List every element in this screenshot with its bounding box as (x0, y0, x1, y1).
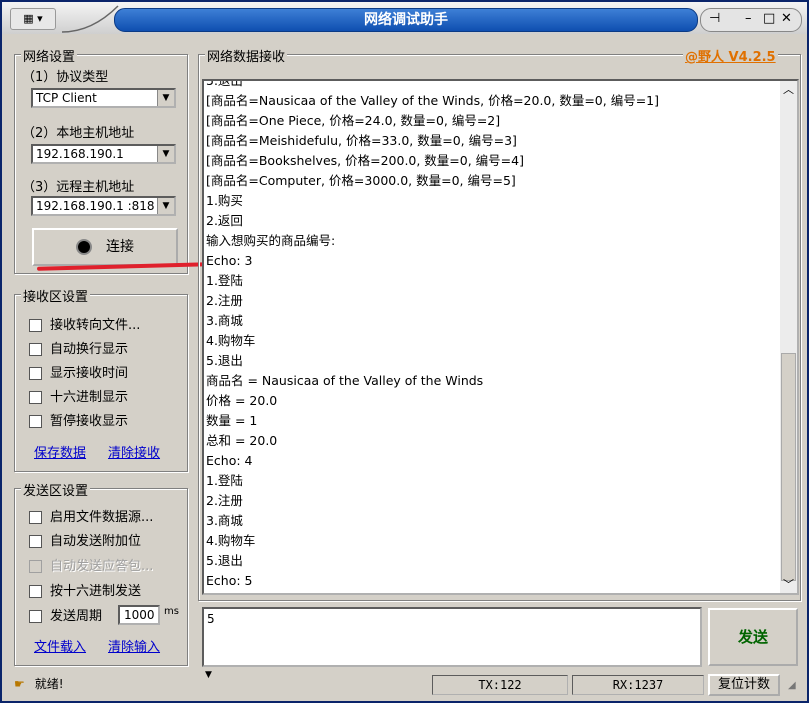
recv-option-show-time[interactable]: 显示接收时间 (29, 362, 128, 382)
connect-button[interactable]: 连接 (32, 228, 178, 266)
local-host-select[interactable]: 192.168.190.1 ▼ (31, 144, 176, 164)
checkbox[interactable] (29, 319, 42, 332)
receive-line: 1.登陆 (206, 273, 243, 288)
receive-line: [商品名=Nausicaa of the Valley of the Winds… (206, 93, 660, 108)
receive-line: Echo: 3 (206, 253, 253, 268)
local-host-label: （2）本地主机地址 (22, 126, 135, 141)
remote-host-value: 192.168.190.1 :818 (36, 199, 155, 213)
scroll-thumb[interactable] (781, 353, 796, 581)
receive-line: [商品名=Bookshelves, 价格=200.0, 数量=0, 编号=4] (206, 153, 524, 168)
receive-area-title: 网络数据接收 (205, 46, 288, 65)
receive-line: 输入想购买的商品编号: (206, 233, 336, 248)
connect-label: 连接 (106, 239, 134, 255)
checkbox[interactable] (29, 610, 42, 623)
reset-count-button[interactable]: 复位计数 (708, 674, 780, 696)
version-badge[interactable]: @野人 V4.2.5 (683, 46, 778, 65)
receive-line: 4.购物车 (206, 333, 256, 348)
receive-line: 商品名 = Nausicaa of the Valley of the Wind… (206, 373, 484, 388)
receive-line: 总和 = 20.0 (206, 433, 278, 448)
receive-line: Echo: 4 (206, 453, 253, 468)
title-decoration-icon (62, 5, 119, 33)
send-period-label: 发送周期 (50, 609, 103, 624)
receive-line: [商品名=Meishidefulu, 价格=33.0, 数量=0, 编号=3] (206, 133, 517, 148)
send-option-auto-reply: 自动发送应答包... (29, 555, 153, 575)
resize-grip-icon[interactable]: ◢ (788, 680, 796, 691)
receive-line: Echo: 5 (206, 573, 253, 588)
receive-line: 3.商城 (206, 313, 243, 328)
clear-input-link[interactable]: 清除输入 (108, 636, 160, 655)
remote-host-select[interactable]: 192.168.190.1 :818 ▼ (31, 196, 176, 216)
checkbox[interactable] (29, 535, 42, 548)
chevron-down-icon[interactable]: ▼ (157, 146, 174, 162)
pointing-hand-icon: ☛ (14, 677, 25, 691)
app-menu-icon[interactable]: ▦ ▾ (10, 8, 56, 30)
receive-line: 2.注册 (206, 493, 243, 508)
send-period-unit: ms (164, 606, 179, 617)
scroll-down-icon[interactable]: ﹀ (780, 576, 797, 593)
recv-option-to-file[interactable]: 接收转向文件... (29, 314, 140, 334)
record-dot-icon (76, 239, 92, 255)
receive-line: 2.注册 (206, 293, 243, 308)
receive-line: 5.退出 (206, 79, 243, 88)
clear-receive-link[interactable]: 清除接收 (108, 442, 160, 461)
recv-option-pause[interactable]: 暂停接收显示 (29, 410, 128, 430)
protocol-select[interactable]: TCP Client ▼ (31, 88, 176, 108)
receive-line: 5.退出 (206, 553, 243, 568)
title-bar[interactable]: ▦ ▾ 网络调试助手 ⊣ – □ ✕ (2, 2, 807, 34)
remote-host-label: （3）远程主机地址 (22, 180, 135, 195)
close-icon[interactable]: ✕ (781, 11, 792, 26)
receive-line: [商品名=One Piece, 价格=24.0, 数量=0, 编号=2] (206, 113, 501, 128)
receive-line: 1.登陆 (206, 473, 243, 488)
status-ready: ☛ 就绪! (14, 677, 64, 691)
receive-line: 价格 = 20.0 (206, 393, 278, 408)
receive-line: 4.购物车 (206, 533, 256, 548)
send-option-hex[interactable]: 按十六进制发送 (29, 580, 141, 600)
local-host-value: 192.168.190.1 (36, 147, 124, 161)
recv-option-auto-wrap[interactable]: 自动换行显示 (29, 338, 128, 358)
checkbox[interactable] (29, 367, 42, 380)
checkbox[interactable] (29, 391, 42, 404)
status-dropdown-icon: ▼ (205, 670, 212, 680)
checkbox[interactable] (29, 511, 42, 524)
receive-line: 1.购买 (206, 193, 243, 208)
pin-icon[interactable]: ⊣ (709, 11, 720, 26)
send-period-input[interactable]: 1000 (118, 605, 160, 625)
chevron-down-icon[interactable]: ▼ (157, 198, 174, 214)
file-load-link[interactable]: 文件载入 (34, 636, 86, 655)
receive-textarea[interactable]: 5.退出 [商品名=Nausicaa of the Valley of the W… (202, 79, 799, 595)
checkbox[interactable] (29, 415, 42, 428)
checkbox[interactable] (29, 343, 42, 356)
send-option-file-source[interactable]: 启用文件数据源... (29, 506, 153, 526)
send-settings-title: 发送区设置 (21, 480, 91, 499)
app-window: ▦ ▾ 网络调试助手 ⊣ – □ ✕ 网络设置 （1）协议类型 TCP Clie… (0, 0, 809, 703)
receive-settings-title: 接收区设置 (21, 286, 91, 305)
receive-line: 2.返回 (206, 213, 243, 228)
window-controls: ⊣ – □ ✕ (700, 8, 802, 32)
receive-line: 5.退出 (206, 353, 243, 368)
receive-lines: 5.退出 [商品名=Nausicaa of the Valley of the W… (206, 79, 660, 591)
receive-line: 数量 = 1 (206, 413, 258, 428)
receive-line: [商品名=Computer, 价格=3000.0, 数量=0, 编号=5] (206, 173, 516, 188)
rx-counter: RX:1237 (572, 675, 704, 695)
send-option-append-bits[interactable]: 自动发送附加位 (29, 530, 141, 550)
minimize-icon[interactable]: – (745, 11, 752, 26)
protocol-label: （1）协议类型 (22, 70, 109, 85)
checkbox (29, 560, 42, 573)
window-title: 网络调试助手 (114, 8, 698, 32)
checkbox[interactable] (29, 585, 42, 598)
save-data-link[interactable]: 保存数据 (34, 442, 86, 461)
send-button[interactable]: 发送 (708, 608, 798, 666)
tx-counter: TX:122 (432, 675, 568, 695)
send-option-period[interactable]: 发送周期 (29, 605, 102, 625)
recv-option-hex[interactable]: 十六进制显示 (29, 386, 128, 406)
chevron-down-icon[interactable]: ▼ (157, 90, 174, 106)
vertical-scrollbar[interactable]: ︿ ﹀ (780, 81, 797, 593)
scroll-up-icon[interactable]: ︿ (780, 81, 797, 98)
protocol-value: TCP Client (36, 91, 97, 105)
network-settings-title: 网络设置 (21, 46, 78, 65)
receive-line: 3.商城 (206, 513, 243, 528)
maximize-icon[interactable]: □ (763, 11, 775, 26)
send-input[interactable]: 5 (202, 607, 702, 667)
